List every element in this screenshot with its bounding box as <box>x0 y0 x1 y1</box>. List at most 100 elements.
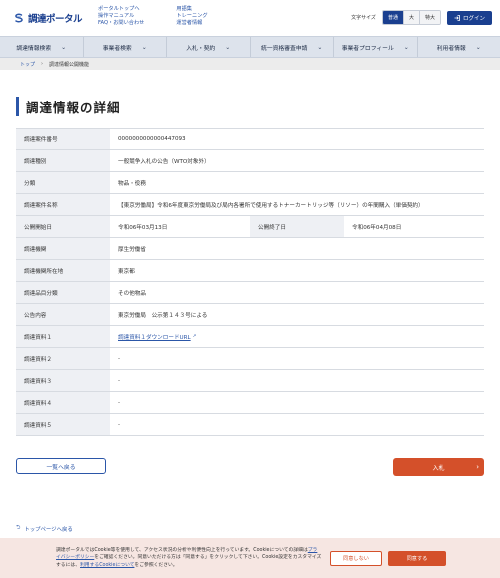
site-header: 調達ポータル ポータルトップへ 操作マニュアル FAQ・お問い合わせ 用語集 ト… <box>0 0 500 36</box>
breadcrumb: トップ › 調達情報公開機能 <box>0 58 500 70</box>
row-value: 0000000000000447093 <box>118 136 186 142</box>
table-row: 調達案件番号 0000000000000447093 <box>16 129 484 150</box>
nav-label: 統一資格審査申請 <box>261 45 308 52</box>
table-row: 調達資料３ - <box>16 370 484 392</box>
chevron-down-icon: ⌄ <box>225 43 231 51</box>
return-arrow-icon: ⮌ <box>16 525 21 531</box>
table-row: 公告内容 東京労働局 公示第１４３号による <box>16 304 484 326</box>
row-label: 公告内容 <box>16 304 110 325</box>
doc1-download-link[interactable]: 調達資料１ダウンロードURL <box>118 333 191 341</box>
row-value: その他物品 <box>118 290 146 297</box>
row-label: 調達機関 <box>16 238 110 259</box>
logo-mark-icon <box>15 13 23 23</box>
row-value: - <box>118 355 121 362</box>
bid-button[interactable]: 入札 › <box>393 458 484 476</box>
nav-item-procurement-search[interactable]: 調達情報検索 ⌄ <box>0 37 84 57</box>
cookie-accept-button[interactable]: 同意する <box>388 551 446 566</box>
table-row: 調達資料２ - <box>16 348 484 370</box>
link-portal-top[interactable]: ポータルトップへ <box>98 6 140 12</box>
chevron-down-icon: ⌄ <box>403 43 409 51</box>
row-value: - <box>118 399 121 406</box>
back-to-top-link[interactable]: ⮌ トップページへ戻る <box>16 524 73 533</box>
table-row: 調達資料４ - <box>16 392 484 414</box>
row-label: 調達品目分類 <box>16 282 110 303</box>
row-value: 【東京労働局】令和6年度東京労働局及び局内各署所で使用するトナーカートリッジ等（… <box>118 202 424 209</box>
row-label: 調達種別 <box>16 150 110 171</box>
row-label: 分類 <box>16 172 110 193</box>
row-label: 調達資料２ <box>16 348 110 369</box>
back-to-top-label: トップページへ戻る <box>24 526 73 533</box>
row-value: 令和06年03月13日 <box>118 224 168 231</box>
nav-item-business-profile[interactable]: 事業者プロフィール ⌄ <box>334 37 418 57</box>
nav-item-qualification[interactable]: 統一資格審査申請 ⌄ <box>251 37 334 57</box>
link-training[interactable]: トレーニング <box>176 13 207 19</box>
bid-button-label: 入札 <box>432 464 445 472</box>
cookie-banner: 調達ポータルではCookie等を使用して、アクセス状況の分析や利便性向上を行って… <box>0 538 500 578</box>
breadcrumb-current: 調達情報公開機能 <box>49 61 90 68</box>
global-nav: 調達情報検索 ⌄ 事業者検索 ⌄ 入札・契約 ⌄ 統一資格審査申請 ⌄ 事業者プロフィー… <box>0 36 500 58</box>
nav-label: 調達情報検索 <box>16 45 52 52</box>
login-label: ログイン <box>462 15 485 22</box>
table-row: 調達資料１ 調達資料１ダウンロードURL ↗ <box>16 326 484 348</box>
cookie-settings-link[interactable]: 利用するCookieについて <box>80 563 134 568</box>
link-glossary[interactable]: 用語集 <box>176 6 192 12</box>
nav-item-bid-contract[interactable]: 入札・契約 ⌄ <box>167 37 251 57</box>
login-icon <box>454 14 460 21</box>
table-row: 調達機関所在地 東京都 <box>16 260 484 282</box>
page-title: 調達情報の詳細 <box>16 97 500 116</box>
font-size-switcher: 普通 大 特大 <box>381 10 441 25</box>
nav-label: 事業者プロフィール <box>341 45 394 52</box>
row-value: 一般競争入札の公告（WTO対象外） <box>118 158 210 165</box>
row-value: 令和06年04月08日 <box>352 224 402 231</box>
chevron-down-icon: ⌄ <box>61 43 67 51</box>
chevron-down-icon: ⌄ <box>475 43 481 51</box>
row-value: 東京労働局 公示第１４３号による <box>118 312 208 319</box>
table-row: 分類 物品・役務 <box>16 172 484 194</box>
table-row: 調達品目分類 その他物品 <box>16 282 484 304</box>
detail-table: 調達案件番号 0000000000000447093 調達種別 一般競争入札の公… <box>16 128 484 436</box>
row-label: 公開開始日 <box>16 216 110 237</box>
nav-item-user-info[interactable]: 利用者情報 ⌄ <box>418 37 500 57</box>
link-operator[interactable]: 運営者情報 <box>176 20 202 26</box>
table-row: 調達機関 厚生労働省 <box>16 238 484 260</box>
back-to-list-button[interactable]: 一覧へ戻る <box>16 458 106 474</box>
row-label: 調達資料３ <box>16 370 110 391</box>
row-label: 調達資料１ <box>16 326 110 347</box>
login-button[interactable]: ログイン <box>446 10 492 25</box>
nav-item-business-search[interactable]: 事業者検索 ⌄ <box>84 37 167 57</box>
nav-label: 入札・契約 <box>186 45 216 52</box>
row-label: 公開終了日 <box>250 216 344 237</box>
header-tools: 文字サイズ 普通 大 特大 ログイン <box>351 10 492 25</box>
row-label: 調達資料４ <box>16 392 110 413</box>
nav-label: 事業者検索 <box>102 45 132 52</box>
row-label: 調達機関所在地 <box>16 260 110 281</box>
link-faq[interactable]: FAQ・お問い合わせ <box>98 20 144 26</box>
row-value: - <box>118 377 121 384</box>
font-size-normal-button[interactable]: 普通 <box>382 11 404 24</box>
font-size-large-button[interactable]: 大 <box>403 11 420 24</box>
link-manual[interactable]: 操作マニュアル <box>98 13 134 19</box>
font-size-xlarge-button[interactable]: 特大 <box>419 11 440 24</box>
site-logo[interactable]: 調達ポータル <box>14 9 83 27</box>
chevron-right-icon: › <box>41 61 44 67</box>
row-value: - <box>118 421 121 428</box>
header-links-primary: ポータルトップへ 操作マニュアル FAQ・お問い合わせ <box>98 6 144 27</box>
table-row: 調達資料５ - <box>16 414 484 436</box>
cookie-decline-button[interactable]: 同意しない <box>330 551 382 566</box>
row-value: 調達資料１ダウンロードURL ↗ <box>110 326 484 347</box>
external-link-icon: ↗ <box>192 334 197 339</box>
row-label: 調達資料５ <box>16 414 110 435</box>
table-row: 調達種別 一般競争入札の公告（WTO対象外） <box>16 150 484 172</box>
row-value: 物品・役務 <box>118 180 146 187</box>
header-links-secondary: 用語集 トレーニング 運営者情報 <box>176 6 207 27</box>
table-row: 調達案件名称 【東京労働局】令和6年度東京労働局及び局内各署所で使用するトナーカ… <box>16 194 484 216</box>
breadcrumb-home[interactable]: トップ <box>20 61 35 68</box>
row-label: 調達案件名称 <box>16 194 110 215</box>
cookie-message: 調達ポータルではCookie等を使用して、アクセス状況の分析や利便性向上を行って… <box>56 547 322 570</box>
chevron-right-icon: › <box>476 463 479 471</box>
row-value: 東京都 <box>118 268 135 275</box>
chevron-down-icon: ⌄ <box>317 43 323 51</box>
cookie-text-3: をご参照ください。 <box>134 562 178 568</box>
row-value: 厚生労働省 <box>118 246 146 253</box>
row-label: 調達案件番号 <box>16 129 110 149</box>
